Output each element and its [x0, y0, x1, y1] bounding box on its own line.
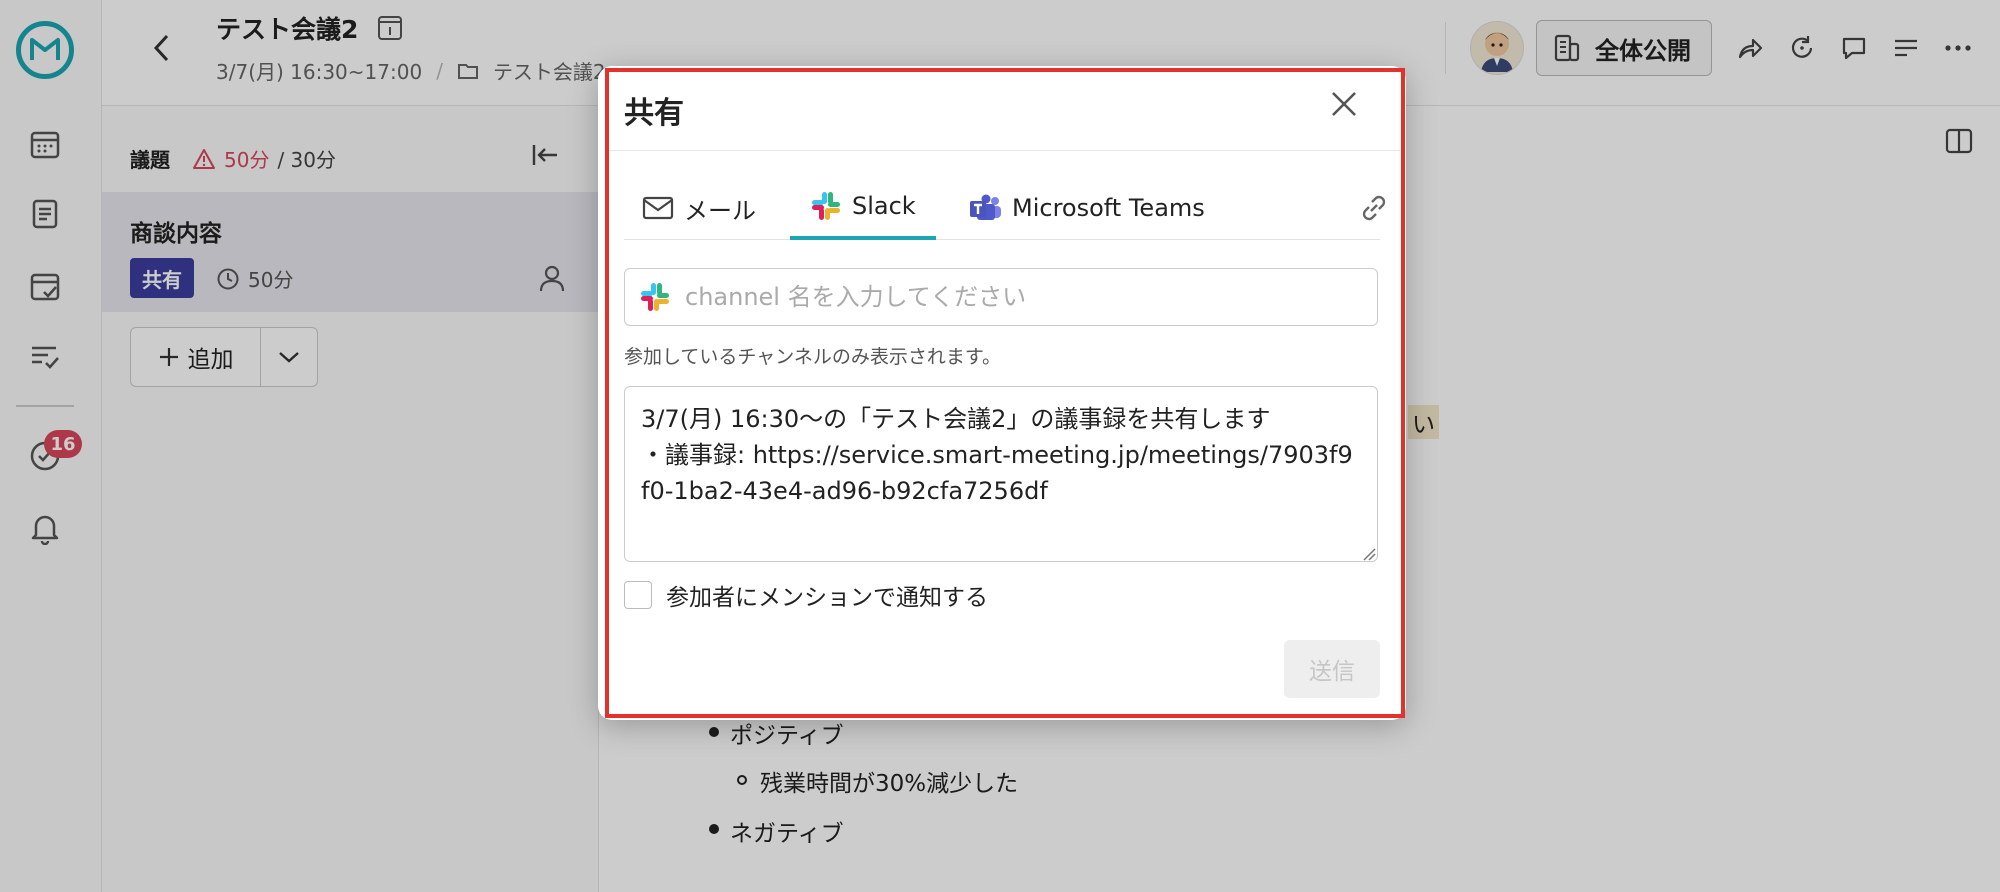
close-icon[interactable] [1324, 84, 1364, 124]
mail-icon [642, 195, 674, 221]
tab-teams-label: Microsoft Teams [1012, 194, 1205, 222]
channel-name-input[interactable] [685, 283, 1325, 311]
slack-logo-icon [810, 190, 842, 222]
tab-microsoft-teams[interactable]: Microsoft Teams [968, 176, 1205, 240]
tab-slack[interactable]: Slack [790, 176, 936, 240]
send-button[interactable]: 送信 [1284, 640, 1380, 698]
copy-link-icon[interactable] [1356, 190, 1392, 226]
resize-handle-icon[interactable] [1362, 546, 1376, 561]
channel-hint-text: 参加しているチャンネルのみ表示されます。 [624, 346, 1001, 368]
tab-slack-label: Slack [852, 192, 916, 220]
mention-checkbox[interactable] [624, 581, 652, 609]
tab-mail[interactable]: メール [642, 176, 756, 240]
dialog-divider [608, 150, 1400, 151]
share-tabs: メール Slack Microsoft Teams [624, 176, 1386, 240]
slack-channel-field[interactable] [624, 268, 1378, 326]
share-message-textarea[interactable]: 3/7(月) 16:30～の「テスト会議2」の議事録を共有します ・議事録: h… [624, 386, 1378, 562]
teams-logo-icon [968, 193, 1002, 223]
share-dialog: 共有 メール Slack Microsoft Teams channel 名を入… [598, 66, 1406, 720]
tab-mail-label: メール [684, 196, 756, 225]
mention-label: 参加者にメンションで通知する [666, 585, 988, 611]
slack-logo-icon [639, 281, 671, 313]
mention-option[interactable]: 参加者にメンションで通知する [624, 578, 988, 612]
share-dialog-title: 共有 [624, 96, 684, 131]
